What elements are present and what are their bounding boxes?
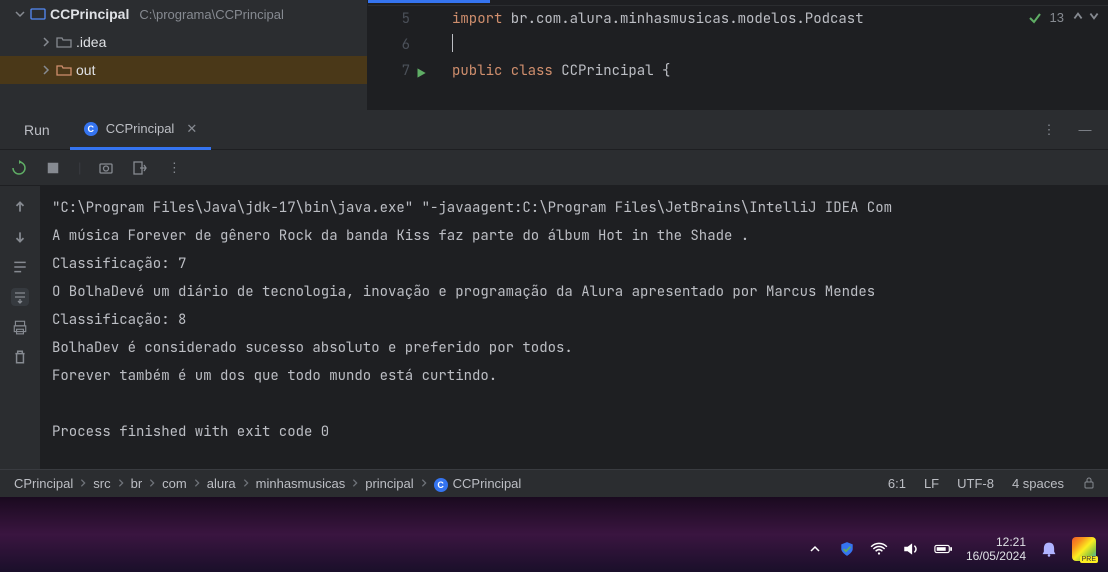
trash-icon[interactable] [11, 348, 29, 366]
wifi-icon[interactable] [870, 540, 888, 558]
up-arrow-icon[interactable] [11, 198, 29, 216]
problems-count[interactable]: 13 [1050, 10, 1064, 25]
folder-icon [56, 62, 72, 78]
tree-root[interactable]: CCPrincipal C:\programa\CCPrincipal [0, 0, 367, 28]
exit-icon[interactable] [131, 159, 149, 177]
breadcrumbs[interactable]: CPrincipal srcbrcom alura minhasmusicas prin… [10, 476, 525, 492]
volume-icon[interactable] [902, 540, 920, 558]
run-tab[interactable]: C CCPrincipal ✕ [70, 111, 212, 150]
file-encoding[interactable]: UTF-8 [957, 476, 994, 491]
breadcrumb-item[interactable]: principal [361, 476, 417, 491]
cursor-position[interactable]: 6:1 [888, 476, 906, 491]
rerun-icon[interactable] [10, 159, 28, 177]
notification-icon[interactable] [1040, 540, 1058, 558]
breadcrumb-item[interactable]: minhasmusicas [252, 476, 350, 491]
line-number: 5 [368, 10, 428, 28]
run-gutter-icon[interactable] [414, 66, 428, 80]
project-root-path: C:\programa\CCPrincipal [139, 7, 284, 22]
battery-icon[interactable] [934, 540, 952, 558]
scroll-to-end-icon[interactable] [11, 288, 29, 306]
code-editor[interactable]: 5 import br.com.alura.minhasmusicas.mode… [368, 0, 1108, 110]
system-clock[interactable]: 12:21 16/05/2024 [966, 535, 1026, 563]
print-icon[interactable] [11, 318, 29, 336]
line-separator[interactable]: LF [924, 476, 939, 491]
status-bar: CPrincipal srcbrcom alura minhasmusicas prin… [0, 469, 1108, 497]
indent-setting[interactable]: 4 spaces [1012, 476, 1064, 491]
prev-highlight-icon[interactable] [1072, 10, 1084, 25]
check-icon[interactable] [1028, 11, 1042, 25]
tree-item-label: out [76, 62, 95, 78]
line-number: 7 [368, 62, 428, 80]
run-tab-label: CCPrincipal [106, 121, 175, 136]
readonly-icon[interactable] [1082, 476, 1098, 492]
chevron-down-icon [14, 8, 26, 20]
kebab-icon[interactable]: ⋮ [165, 159, 183, 177]
breadcrumb-item[interactable]: alura [203, 476, 240, 491]
module-icon [30, 6, 46, 22]
breadcrumb-item[interactable]: br [127, 476, 147, 491]
tree-item-out[interactable]: out [0, 56, 367, 84]
breadcrumb-item[interactable]: src [89, 476, 114, 491]
run-toolwindow-label[interactable]: Run [10, 122, 64, 138]
taskbar[interactable]: 12:21 16/05/2024 [0, 526, 1108, 572]
close-icon[interactable]: ✕ [186, 121, 197, 137]
chevron-up-icon[interactable] [806, 540, 824, 558]
chevron-right-icon [40, 36, 52, 48]
breadcrumb-item[interactable]: com [158, 476, 191, 491]
tree-item-label: .idea [76, 34, 106, 50]
down-arrow-icon[interactable] [11, 228, 29, 246]
console-output[interactable]: "C:\Program Files\Java\jdk-17\bin\java.e… [40, 186, 1108, 469]
minimize-icon[interactable]: — [1076, 121, 1094, 139]
soft-wrap-icon[interactable] [11, 258, 29, 276]
project-tree[interactable]: CCPrincipal C:\programa\CCPrincipal .ide… [0, 0, 368, 110]
tree-item-idea[interactable]: .idea [0, 28, 367, 56]
screenshot-icon[interactable] [97, 159, 115, 177]
project-root-name: CCPrincipal [50, 6, 129, 22]
breadcrumb-item[interactable]: CPrincipal [10, 476, 77, 491]
stop-icon[interactable] [44, 159, 62, 177]
desktop-background: 12:21 16/05/2024 [0, 497, 1108, 572]
security-icon[interactable] [838, 540, 856, 558]
copilot-icon[interactable] [1072, 537, 1096, 561]
next-highlight-icon[interactable] [1088, 10, 1100, 25]
more-icon[interactable]: ⋮ [1040, 121, 1058, 139]
class-icon: C [84, 122, 98, 136]
folder-icon [56, 34, 72, 50]
line-number: 6 [368, 36, 428, 54]
breadcrumb-item[interactable]: CCCPrincipal [430, 476, 526, 492]
chevron-right-icon [40, 64, 52, 76]
